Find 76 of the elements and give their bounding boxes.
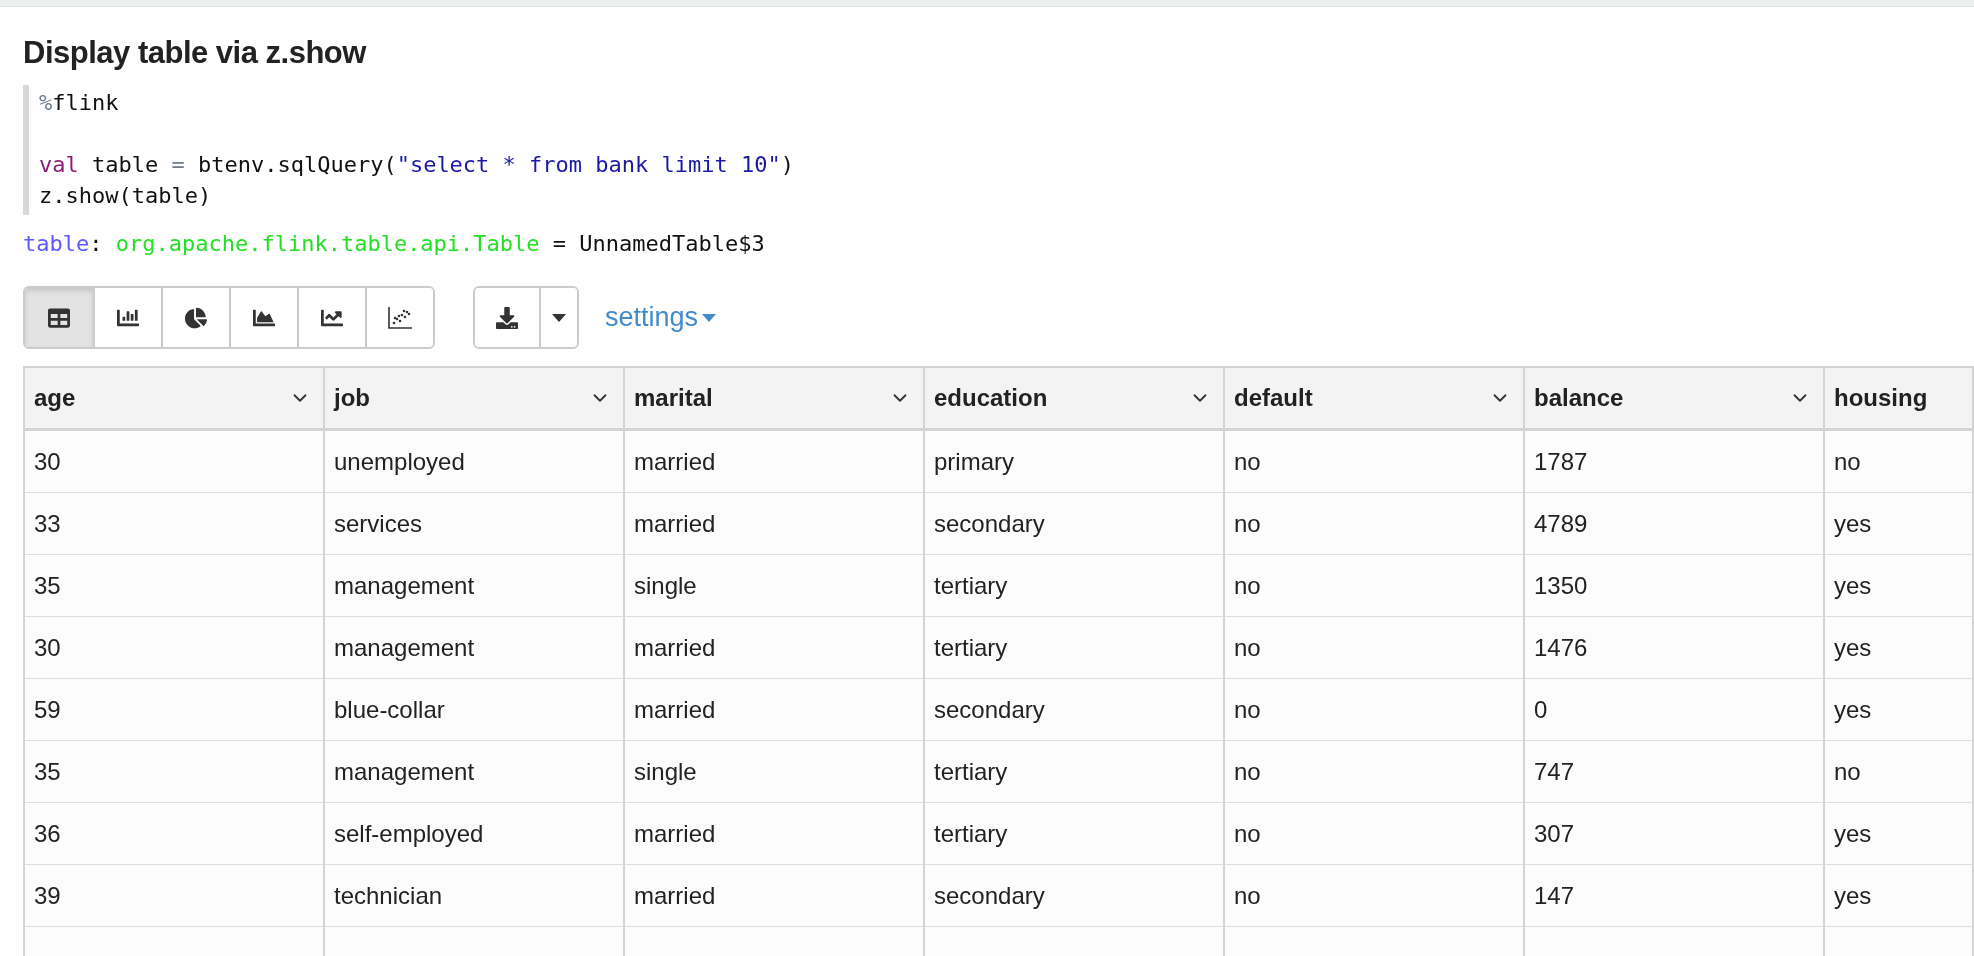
column-header[interactable]: marital bbox=[625, 368, 925, 431]
pie-chart-icon bbox=[185, 306, 207, 329]
table-cell: 39 bbox=[25, 865, 325, 927]
table-cell: single bbox=[625, 555, 925, 617]
table-cell: technician bbox=[325, 865, 625, 927]
column-header[interactable]: age bbox=[25, 368, 325, 431]
table-cell: no bbox=[1825, 741, 1974, 803]
table-cell: tertiary bbox=[925, 741, 1225, 803]
table-cell: 36 bbox=[25, 803, 325, 865]
table-cell: yes bbox=[1825, 803, 1974, 865]
table-cell: single bbox=[625, 741, 925, 803]
table-cell: 747 bbox=[1525, 741, 1825, 803]
table-cell: married bbox=[625, 493, 925, 555]
table-cell: no bbox=[1225, 617, 1525, 679]
table-cell: 1350 bbox=[1525, 555, 1825, 617]
table-cell: 30 bbox=[25, 617, 325, 679]
table-cell: secondary bbox=[925, 865, 1225, 927]
table-cell: no bbox=[1225, 865, 1525, 927]
table-cell: 4789 bbox=[1525, 493, 1825, 555]
table-cell: 1787 bbox=[1525, 431, 1825, 493]
scatter-chart-button[interactable] bbox=[365, 288, 433, 347]
column-header[interactable]: job bbox=[325, 368, 625, 431]
table-cell: yes bbox=[1825, 617, 1974, 679]
table-cell: 33 bbox=[25, 493, 325, 555]
table-cell: no bbox=[1225, 741, 1525, 803]
table-cell: 0 bbox=[1525, 679, 1825, 741]
table-cell: blue-collar bbox=[325, 679, 625, 741]
table-cell: secondary bbox=[925, 493, 1225, 555]
table-cell: 307 bbox=[1525, 803, 1825, 865]
table-cell: 35 bbox=[25, 741, 325, 803]
output-text: table: org.apache.flink.table.api.Table = UnnamedTable$3 bbox=[23, 231, 766, 256]
table-cell: tertiary bbox=[925, 555, 1225, 617]
table-cell: married bbox=[625, 865, 925, 927]
table-cell: primary bbox=[925, 431, 1225, 493]
download-icon bbox=[496, 306, 518, 329]
table-view-button[interactable] bbox=[25, 288, 93, 347]
table-cell: married bbox=[625, 617, 925, 679]
table-cell: management bbox=[325, 617, 625, 679]
caret-icon bbox=[702, 313, 717, 322]
table-cell: management bbox=[325, 555, 625, 617]
table-cell: married bbox=[625, 679, 925, 741]
table-cell: 35 bbox=[25, 555, 325, 617]
table-cell: self-employed bbox=[325, 803, 625, 865]
paragraph-title: Display table via z.show bbox=[23, 35, 368, 71]
table-cell: unemployed bbox=[325, 431, 625, 493]
table-cell: yes bbox=[1825, 865, 1974, 927]
table-cell: 1476 bbox=[1525, 617, 1825, 679]
caret-icon bbox=[552, 313, 566, 322]
table-cell: services bbox=[325, 493, 625, 555]
table-cell: no bbox=[1225, 679, 1525, 741]
table-icon bbox=[48, 306, 70, 329]
table-cell: no bbox=[1225, 493, 1525, 555]
table-cell: tertiary bbox=[925, 617, 1225, 679]
table-cell: no bbox=[1225, 803, 1525, 865]
table-cell: secondary bbox=[925, 679, 1225, 741]
table-cell: 30 bbox=[25, 431, 325, 493]
table-cell: no bbox=[1225, 431, 1525, 493]
table-cell: 59 bbox=[25, 679, 325, 741]
table-cell: 147 bbox=[1525, 865, 1825, 927]
column-header[interactable]: balance bbox=[1525, 368, 1825, 431]
table-cell: married bbox=[625, 431, 925, 493]
download-menu-button[interactable] bbox=[539, 288, 577, 347]
table-cell: tertiary bbox=[925, 803, 1225, 865]
table-cell: yes bbox=[1825, 679, 1974, 741]
table-cell: yes bbox=[1825, 493, 1974, 555]
table-cell: yes bbox=[1825, 555, 1974, 617]
column-header[interactable]: education bbox=[925, 368, 1225, 431]
table-cell: no bbox=[1825, 431, 1974, 493]
column-header[interactable]: default bbox=[1225, 368, 1525, 431]
table-cell: management bbox=[325, 741, 625, 803]
scatter-chart-icon bbox=[388, 306, 412, 329]
column-header[interactable]: housing bbox=[1825, 368, 1974, 431]
settings-link[interactable]: settings bbox=[605, 302, 717, 333]
table-cell: no bbox=[1225, 555, 1525, 617]
table-cell: married bbox=[625, 803, 925, 865]
code-editor[interactable]: %flink val table = btenv.sqlQuery("select * from bank limit 10") z.show(table) bbox=[23, 85, 1974, 215]
